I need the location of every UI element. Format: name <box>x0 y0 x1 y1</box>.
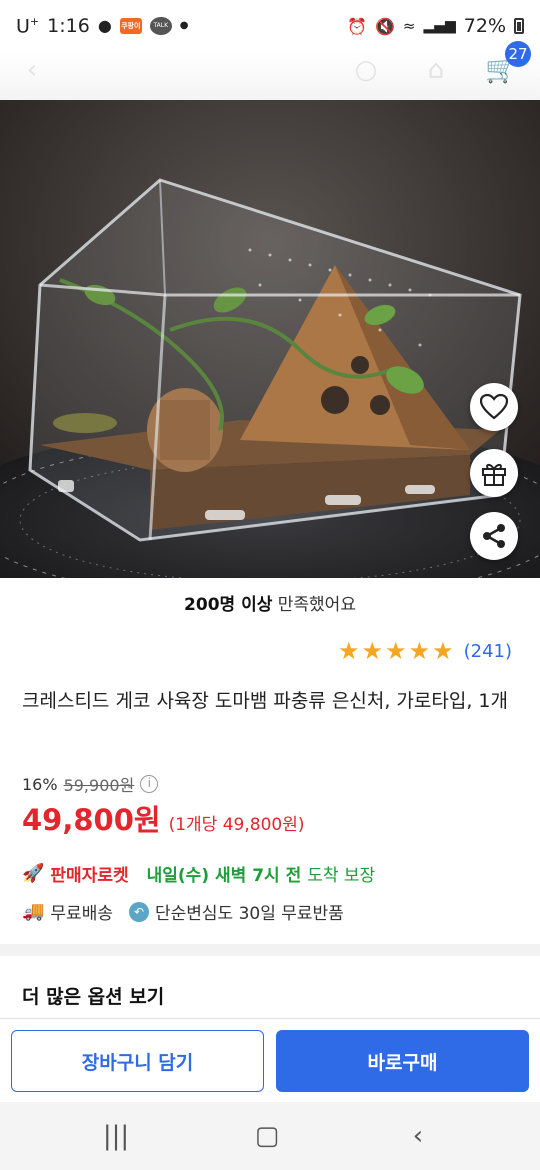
price-row: 49,800원 (1개당 49,800원) <box>22 797 304 839</box>
back-button-icon[interactable]: ‹ <box>398 1120 438 1152</box>
return-icon: ↶ <box>128 901 149 922</box>
gift-icon <box>482 463 506 486</box>
search-icon[interactable]: ○ <box>352 56 380 84</box>
star-icon: ★ <box>408 637 431 665</box>
rocket-icon: 🚀 <box>22 863 45 884</box>
star-icon: ★ <box>385 637 407 665</box>
signal-icon: ▂▄▆ <box>423 18 456 34</box>
app-header: ‹ ○ ⌂ 🛒 27 <box>0 41 540 100</box>
share-icon <box>483 524 505 548</box>
status-bar: U+ 1:16 ● 쿠팡이츠 TALK ● ⏰ 🔇 ≈ ▂▄▆ 72% <box>0 0 540 52</box>
carrier-label: U+ <box>16 14 40 38</box>
clock: 1:16 <box>47 14 90 37</box>
free-shipping-label: 무료배송 <box>50 904 113 924</box>
system-nav-bar: ||| ▢ ‹ <box>0 1102 540 1170</box>
more-options-link[interactable]: 더 많은 옵션 보기 <box>22 982 164 1009</box>
mute-icon: 🔇 <box>374 16 395 36</box>
dot-icon: ● <box>179 20 189 32</box>
product-title: 크레스티드 게코 사육장 도마뱀 파충류 은신처, 가로타입, 1개 <box>22 690 508 712</box>
product-image[interactable] <box>0 100 540 578</box>
arrival-guarantee: 도착 보장 <box>307 866 376 886</box>
app-notification-icon: 쿠팡이츠 <box>119 17 142 46</box>
action-bar: 장바구니 담기 바로구매 <box>0 1018 540 1102</box>
talk-notification-icon: TALK <box>149 16 172 35</box>
delivery-row: 🚀 판매자로켓 내일(수) 새벽 7시 전 도착 보장 <box>22 861 375 886</box>
discount-rate: 16% <box>22 774 58 794</box>
star-icon: ★ <box>432 637 454 665</box>
review-count-link[interactable]: (241) <box>464 641 512 662</box>
star-icon: ★ <box>338 637 360 665</box>
star-icon: ★ <box>361 637 384 665</box>
buy-now-button[interactable]: 바로구매 <box>276 1030 529 1092</box>
notification-icon: ● <box>97 16 112 36</box>
original-price: 59,900원 <box>63 776 135 795</box>
section-divider <box>0 944 540 956</box>
truck-icon: 🚚 <box>22 901 45 922</box>
heart-icon <box>480 394 508 420</box>
sale-price: 49,800원 <box>22 803 161 837</box>
home-button-icon[interactable]: ▢ <box>247 1120 287 1152</box>
home-icon[interactable]: ⌂ <box>422 56 450 84</box>
share-button[interactable] <box>470 512 518 560</box>
cart-count-badge[interactable]: 27 <box>505 41 531 67</box>
free-return-label: 단순변심도 30일 무료반품 <box>154 904 344 924</box>
recent-apps-icon[interactable]: ||| <box>96 1120 136 1152</box>
gift-button[interactable] <box>470 449 518 497</box>
battery-percent: 72% <box>463 15 506 37</box>
wifi-icon: ≈ <box>402 17 416 35</box>
rating[interactable]: ★ ★ ★ ★ ★ (241) <box>338 638 512 664</box>
arrival-time: 내일(수) 새벽 7시 전 <box>146 866 302 886</box>
satisfaction-text: 200명 이상 만족했어요 <box>184 595 356 615</box>
unit-price: (1개당 49,800원) <box>168 815 305 835</box>
alarm-icon: ⏰ <box>347 16 367 36</box>
seller-rocket-label: 판매자로켓 <box>50 866 129 886</box>
shipping-row: 🚚 무료배송 ↶ 단순변심도 30일 무료반품 <box>22 899 344 924</box>
info-icon[interactable]: i <box>140 775 159 793</box>
wishlist-button[interactable] <box>470 383 518 431</box>
discount-row: 16% 59,900원 i <box>22 772 159 796</box>
back-icon[interactable]: ‹ <box>18 56 46 84</box>
add-to-cart-button[interactable]: 장바구니 담기 <box>11 1030 264 1092</box>
battery-icon <box>514 18 524 34</box>
